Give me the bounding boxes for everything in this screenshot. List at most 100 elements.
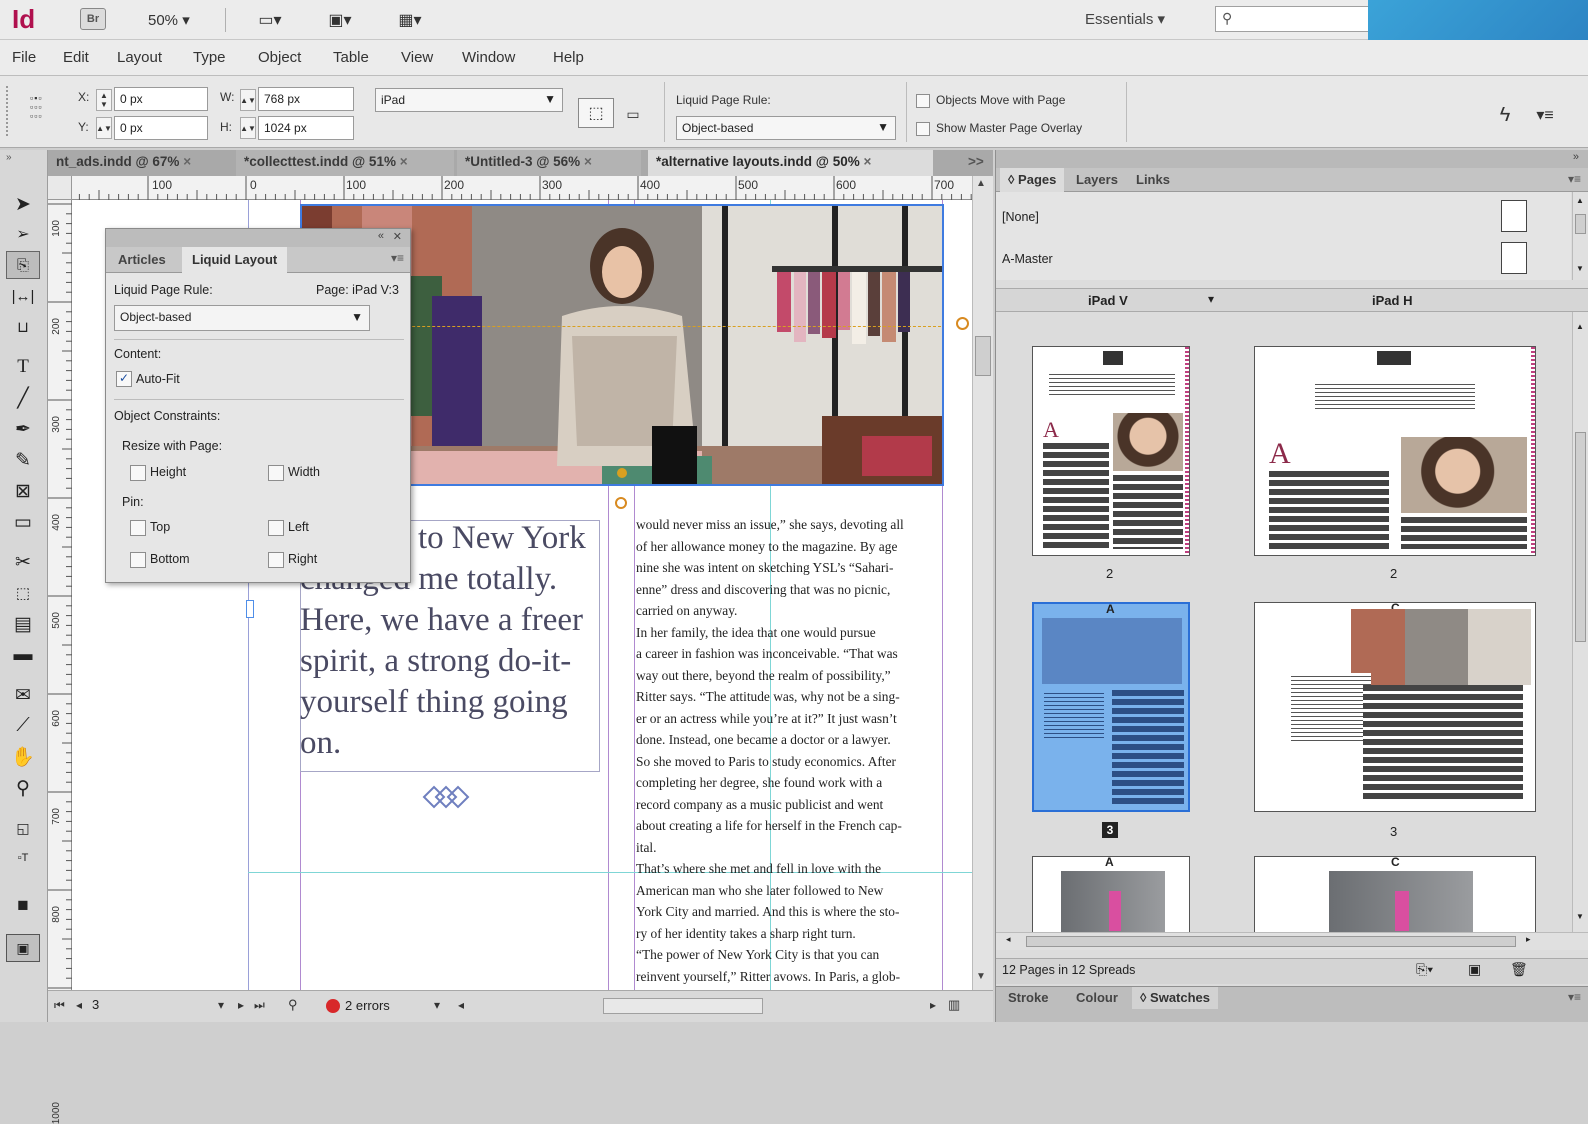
height-checkbox[interactable] <box>130 465 146 481</box>
page-thumb-ipad-v-2[interactable]: A <box>1032 346 1190 556</box>
pin-bottom-checkbox[interactable] <box>130 552 146 568</box>
tab-swatches[interactable]: ◊ Swatches <box>1132 987 1219 1009</box>
collapse-icon[interactable]: « <box>378 230 384 242</box>
reference-point-icon[interactable]: ▫▪▫ ▫▫▫ ▫▫▫ <box>30 94 60 124</box>
fill-stroke-icon[interactable]: ◱ <box>6 814 40 842</box>
selection-tool-icon[interactable]: ➤ <box>6 190 40 218</box>
h-stepper-icon[interactable]: ▲▼ <box>240 117 256 139</box>
page-number-field[interactable]: 3 <box>92 997 99 1012</box>
page-thumb-ipad-h-3[interactable]: C <box>1254 602 1536 812</box>
w-stepper-icon[interactable]: ▲▼ <box>240 89 256 111</box>
gradient-swatch-tool-icon[interactable]: ▤ <box>6 610 40 638</box>
liquid-rule-select[interactable]: Object-based ▼ <box>114 305 370 331</box>
page-thumb-ipad-v-4[interactable]: A <box>1032 856 1190 932</box>
workspace-switcher[interactable]: Essentials ▾ <box>1085 10 1165 28</box>
objects-move-checkbox[interactable] <box>916 94 930 108</box>
type-tool-icon[interactable]: T <box>6 353 40 381</box>
menu-view[interactable]: View <box>401 49 433 66</box>
vertical-scrollbar[interactable]: ▲ ▼ <box>972 176 993 990</box>
portrait-orientation-icon[interactable]: ⬚ <box>578 98 614 128</box>
document-tab[interactable]: *Untitled-3 @ 56% × <box>457 150 641 176</box>
pages-scrollbar[interactable]: ▲ ▼ <box>1572 312 1588 932</box>
scissors-tool-icon[interactable]: ✂ <box>6 548 40 576</box>
pin-right-checkbox[interactable] <box>268 552 284 568</box>
scroll-thumb[interactable] <box>975 336 991 376</box>
scroll-up-icon[interactable]: ▲ <box>1576 322 1584 331</box>
panel-menu-icon[interactable]: ▾≡ <box>391 251 404 265</box>
document-tab-active[interactable]: *alternative layouts.indd @ 50% × <box>648 150 933 176</box>
panel-menu-icon[interactable]: ▾≡ <box>1568 990 1581 1004</box>
y-stepper-icon[interactable]: ▲▼ <box>96 117 112 139</box>
liquid-handle[interactable] <box>615 497 627 509</box>
scroll-thumb[interactable] <box>1575 432 1586 642</box>
scroll-up-icon[interactable]: ▲ <box>1576 196 1584 205</box>
rectangle-frame-tool-icon[interactable]: ⊠ <box>6 477 40 505</box>
first-page-icon[interactable]: ⏮ <box>54 998 65 1013</box>
pages-hscrollbar[interactable]: ◂ ▸ <box>996 932 1588 950</box>
scroll-thumb[interactable] <box>1026 936 1516 947</box>
pin-left-checkbox[interactable] <box>268 520 284 536</box>
h-field[interactable]: 1024 px <box>258 116 354 140</box>
page-thumb-ipad-h-4[interactable]: C <box>1254 856 1536 932</box>
gradient-feather-tool-icon[interactable]: ▬ <box>6 641 40 669</box>
frame-handle[interactable] <box>246 600 254 618</box>
screen-mode-icon[interactable]: ▣▾ <box>318 8 362 32</box>
preflight-icon[interactable]: ⚲ <box>288 997 298 1013</box>
pin-top-checkbox[interactable] <box>130 520 146 536</box>
delete-page-icon[interactable]: 🗑 <box>1510 961 1528 978</box>
pen-tool-icon[interactable]: ✒ <box>6 415 40 443</box>
page-tool-icon[interactable]: ⎘ <box>6 251 40 279</box>
search-input[interactable]: ⚲ <box>1215 6 1375 32</box>
scroll-right-icon[interactable]: ▸ <box>1526 934 1531 945</box>
liquid-handle[interactable] <box>956 317 969 330</box>
scroll-left-icon[interactable]: ◂ <box>1006 934 1011 945</box>
menu-object[interactable]: Object <box>258 49 301 66</box>
quick-apply-icon[interactable]: ϟ <box>1492 102 1518 128</box>
menu-table[interactable]: Table <box>333 49 369 66</box>
next-page-icon[interactable]: ▸ <box>238 998 244 1012</box>
vertical-ruler[interactable]: 1002003004005006007008009001000 <box>48 200 72 1124</box>
line-tool-icon[interactable]: ╱ <box>6 384 40 412</box>
scroll-right-icon[interactable]: ▸ <box>930 998 936 1012</box>
chevron-down-icon[interactable]: ▾ <box>218 998 224 1012</box>
ruler-origin[interactable] <box>48 176 72 200</box>
x-stepper-icon[interactable]: ▲ ▼ <box>96 89 112 111</box>
chevron-down-icon[interactable]: ▾ <box>1208 292 1214 306</box>
menu-layout[interactable]: Layout <box>117 49 162 66</box>
page-thumb-ipad-v-3-selected[interactable]: A <box>1032 602 1190 812</box>
menu-type[interactable]: Type <box>193 49 226 66</box>
menu-edit[interactable]: Edit <box>63 49 89 66</box>
close-icon[interactable]: ✕ <box>393 230 402 243</box>
tab-articles[interactable]: Articles <box>110 247 174 273</box>
tab-liquid-layout[interactable]: Liquid Layout <box>182 247 288 273</box>
scroll-down-icon[interactable]: ▼ <box>1576 264 1584 273</box>
menu-help[interactable]: Help <box>553 49 584 66</box>
last-page-icon[interactable]: ⏭ <box>254 998 265 1013</box>
arrange-documents-icon[interactable]: ▦▾ <box>388 8 432 32</box>
autofit-checkbox[interactable]: ✓ <box>116 371 132 387</box>
column-ipad-v[interactable]: iPad V <box>1088 293 1128 308</box>
column-ipad-h[interactable]: iPad H <box>1372 293 1412 308</box>
free-transform-tool-icon[interactable]: ⬚ <box>6 579 40 607</box>
pin-handle[interactable] <box>617 468 627 478</box>
eyedropper-tool-icon[interactable]: ⟋ <box>6 712 40 740</box>
device-select[interactable]: iPad ▼ <box>375 88 563 112</box>
collapse-icon[interactable]: » <box>6 152 12 163</box>
body-text-frame[interactable]: would never miss an issue,” she says, de… <box>636 514 942 987</box>
master-thumb[interactable] <box>1501 242 1527 274</box>
previous-page-icon[interactable]: ◂ <box>76 998 82 1012</box>
edit-page-size-icon[interactable]: ⎘▾ <box>1416 961 1433 978</box>
close-icon[interactable]: × <box>400 154 408 169</box>
bridge-button[interactable]: Br <box>80 8 106 30</box>
scroll-thumb[interactable] <box>1575 214 1586 234</box>
tab-stroke[interactable]: Stroke <box>1000 987 1056 1009</box>
w-field[interactable]: 768 px <box>258 87 354 111</box>
page-thumb-ipad-h-2[interactable]: A <box>1254 346 1536 556</box>
master-none[interactable]: [None] <box>1002 210 1039 224</box>
scroll-down-icon[interactable]: ▼ <box>1576 912 1584 921</box>
master-thumb[interactable] <box>1501 200 1527 232</box>
panel-menu-icon[interactable]: ▾≡ <box>1532 102 1558 128</box>
zoom-level[interactable]: 50% ▾ <box>148 11 190 29</box>
collapse-icon[interactable]: » <box>1573 151 1579 163</box>
tab-layers[interactable]: Layers <box>1068 168 1126 192</box>
